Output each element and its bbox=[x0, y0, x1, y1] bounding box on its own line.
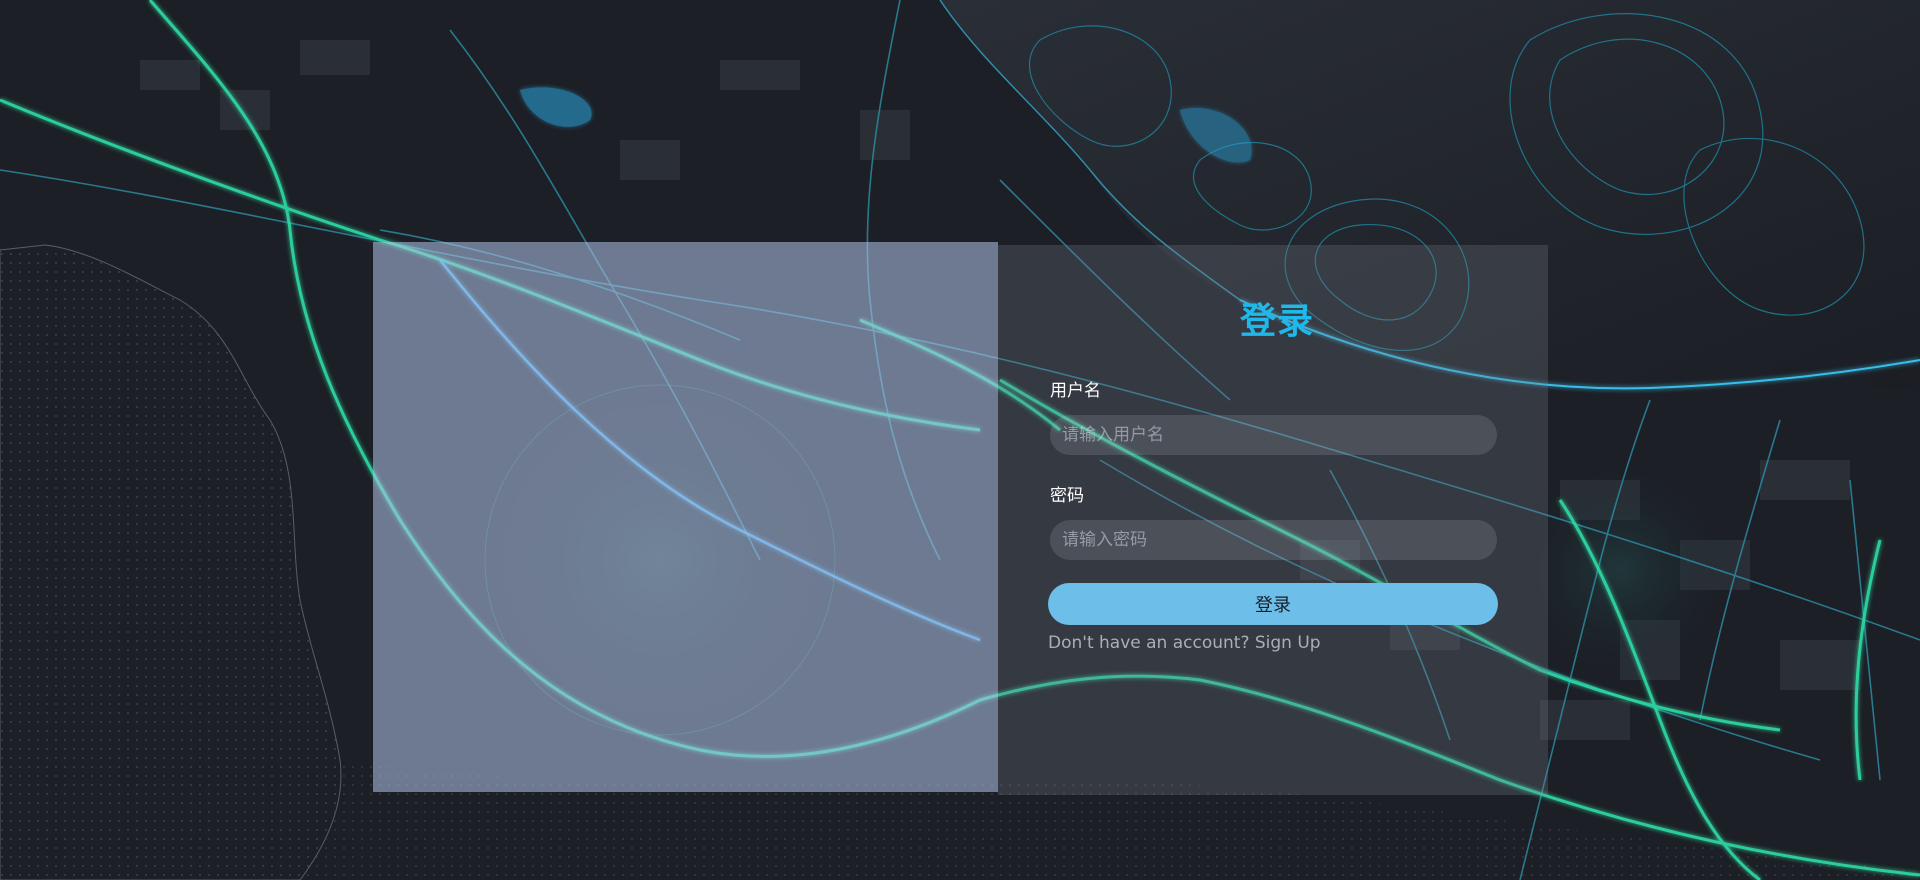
signup-link[interactable]: Sign Up bbox=[1255, 633, 1321, 653]
login-page: 登录 用户名 密码 登录 Don't have an account? Sign… bbox=[0, 0, 1920, 880]
signup-prompt: Don't have an account? bbox=[1048, 633, 1250, 653]
signup-row: Don't have an account? Sign Up bbox=[1048, 632, 1321, 654]
login-illustration-panel bbox=[373, 242, 998, 792]
password-input[interactable] bbox=[1050, 520, 1497, 560]
username-input[interactable] bbox=[1050, 415, 1497, 455]
login-title: 登录 bbox=[1240, 301, 1315, 342]
password-label: 密码 bbox=[1050, 486, 1084, 506]
login-button[interactable]: 登录 bbox=[1048, 583, 1498, 625]
username-label: 用户名 bbox=[1050, 381, 1101, 401]
